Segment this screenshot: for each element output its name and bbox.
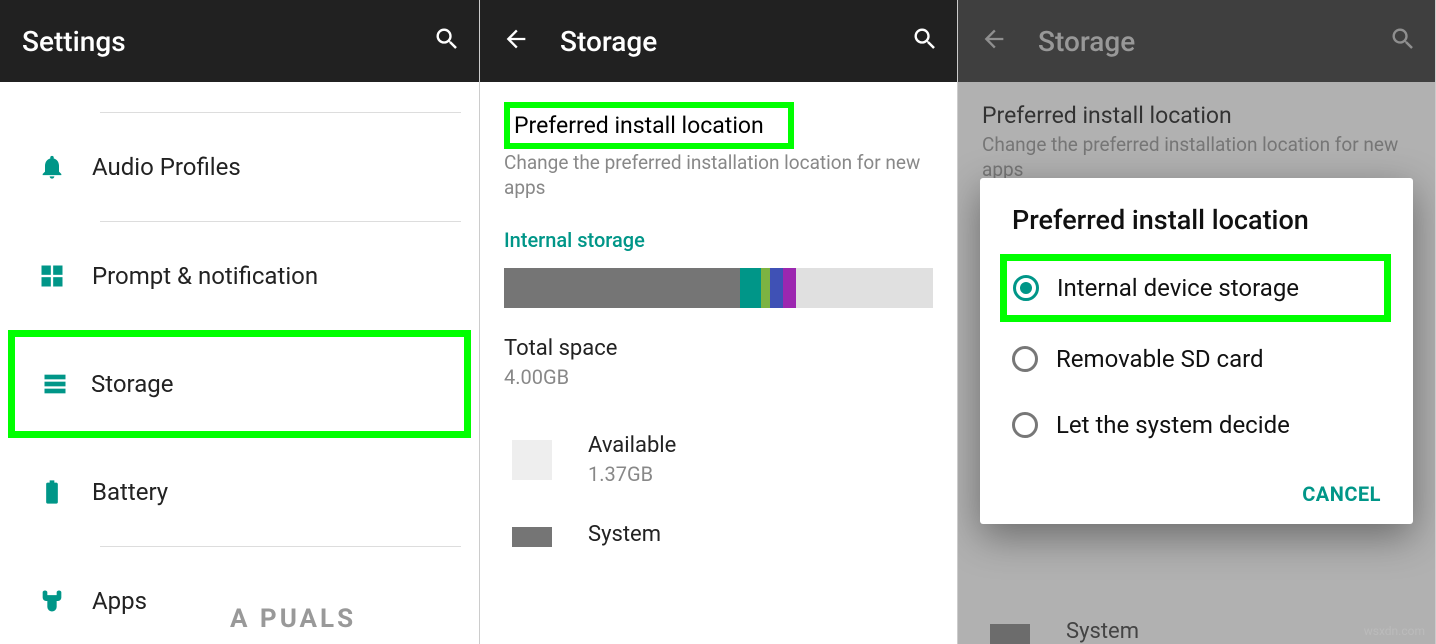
total-space-value: 4.00GB [504,365,933,389]
radio-icon [1013,275,1039,301]
back-icon[interactable] [502,25,530,57]
list-item-label: Storage [91,370,173,398]
bar-seg-purple [783,268,796,308]
radio-label: Removable SD card [1056,345,1264,373]
radio-label: Internal device storage [1057,274,1299,302]
cancel-button[interactable]: CANCEL [1302,482,1381,506]
list-item-label: Prompt & notification [92,262,318,290]
dialog-actions: CANCEL [1012,458,1391,506]
search-icon[interactable] [911,25,939,57]
list-item-audio-profiles[interactable]: Audio Profiles [0,113,479,221]
internal-storage-header: Internal storage [504,228,933,252]
settings-list: Audio Profiles Prompt & notification Sto… [0,82,479,644]
bell-icon [22,153,82,181]
highlight-internal-device: Internal device storage [1000,254,1391,322]
radio-icon [1012,412,1038,438]
watermark: wsxdn.com [1364,624,1425,638]
storage-usage-bar [504,268,933,308]
appbar-storage: Storage [480,0,957,82]
appuals-logo: A PUALS [230,604,356,634]
prompt-icon [22,262,82,290]
available-value: 1.37GB [588,462,676,486]
available-swatch [512,440,552,480]
page-title-storage: Storage [560,25,911,58]
available-label: Available [588,433,676,458]
page-title-settings: Settings [22,25,433,58]
system-swatch [512,527,552,547]
apps-icon [22,587,82,615]
dialog-title: Preferred install location [1012,204,1391,236]
storage-content: Preferred install location Change the pr… [480,82,957,547]
bar-seg-teal [740,268,761,308]
list-item-prompt-notification[interactable]: Prompt & notification [0,222,479,330]
total-space-label: Total space [504,336,933,361]
bar-seg-used [504,268,740,308]
list-item-label: Audio Profiles [92,153,241,181]
storage-dialog-pane: Storage Preferred install location Chang… [958,0,1436,644]
radio-label: Let the system decide [1056,411,1290,439]
highlight-preferred-install: Preferred install location [504,102,794,149]
radio-let-system-decide[interactable]: Let the system decide [1012,392,1391,458]
system-row[interactable]: System [504,486,933,547]
list-item-battery[interactable]: Battery [0,438,479,546]
search-icon[interactable] [433,25,461,57]
preferred-install-subtitle: Change the preferred installation locati… [504,151,933,200]
highlight-storage: Storage [8,330,471,438]
bar-seg-blue [770,268,783,308]
list-item-label: Battery [92,478,168,506]
battery-icon [22,478,82,506]
total-space-row[interactable]: Total space 4.00GB [504,336,933,389]
settings-pane: Settings Audio Profiles Prompt & notific… [0,0,480,644]
radio-removable-sd-card[interactable]: Removable SD card [1012,326,1391,392]
system-label: System [588,522,661,547]
storage-pane: Storage Preferred install location Chang… [480,0,958,644]
preferred-install-dialog: Preferred install location Internal devi… [980,178,1413,524]
radio-icon [1012,346,1038,372]
storage-icon [29,370,81,398]
available-row[interactable]: Available 1.37GB [504,413,933,486]
bar-seg-green [761,268,770,308]
bar-seg-free [796,268,933,308]
appbar-settings: Settings [0,0,479,82]
radio-internal-device-storage[interactable]: Internal device storage [1013,261,1384,315]
preferred-install-title[interactable]: Preferred install location [514,112,764,139]
list-item-label: Apps [92,587,147,615]
list-item-storage[interactable]: Storage [15,337,464,431]
